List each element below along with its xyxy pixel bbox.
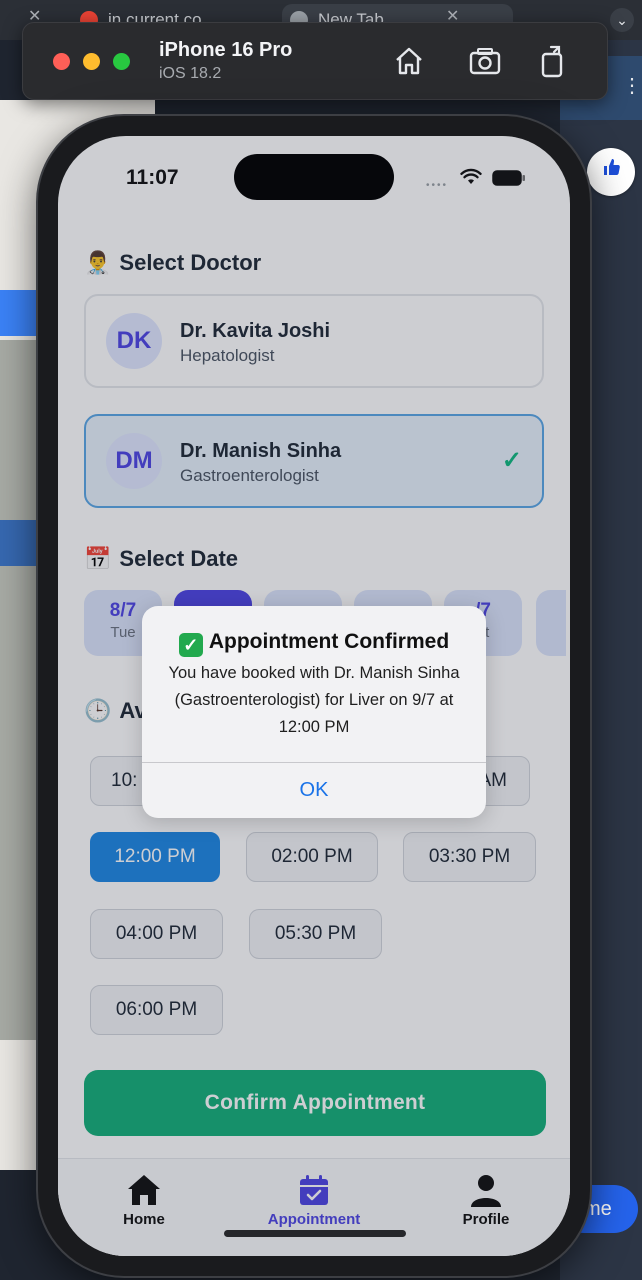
alert-ok-button[interactable]: OK bbox=[142, 763, 486, 818]
zoom-window-button[interactable] bbox=[113, 53, 130, 70]
simulator-os-version: iOS 18.2 bbox=[159, 65, 222, 82]
simulator-device-name: iPhone 16 Pro bbox=[159, 39, 293, 61]
check-mark-emoji-icon: ✓ bbox=[178, 633, 203, 657]
close-window-button[interactable] bbox=[53, 53, 70, 70]
alert-title-text: Appointment Confirmed bbox=[208, 630, 450, 653]
rotate-icon[interactable] bbox=[533, 41, 573, 81]
alert-title: ✓ Appointment Confirmed bbox=[142, 630, 486, 657]
appointment-confirmed-alert: ✓ Appointment Confirmed You have booked w… bbox=[142, 606, 486, 818]
simulator-toolbar: iPhone 16 Pro iOS 18.2 bbox=[22, 22, 608, 100]
more-options-icon[interactable]: ⋮ bbox=[622, 76, 642, 96]
iphone-frame: 11:07 •••• 👨‍⚕️ Select Doctor DK Dr. Kavi… bbox=[38, 116, 590, 1276]
chevron-down-icon[interactable]: ⌄ bbox=[610, 8, 634, 32]
alert-message: You have booked with Dr. Manish Sinha (G… bbox=[168, 664, 460, 736]
minimize-window-button[interactable] bbox=[83, 53, 100, 70]
home-icon[interactable] bbox=[389, 41, 429, 81]
screenshot-icon[interactable] bbox=[465, 41, 505, 81]
social-logo-icon[interactable] bbox=[587, 148, 635, 196]
phone-screen: 11:07 •••• 👨‍⚕️ Select Doctor DK Dr. Kavi… bbox=[58, 136, 570, 1256]
